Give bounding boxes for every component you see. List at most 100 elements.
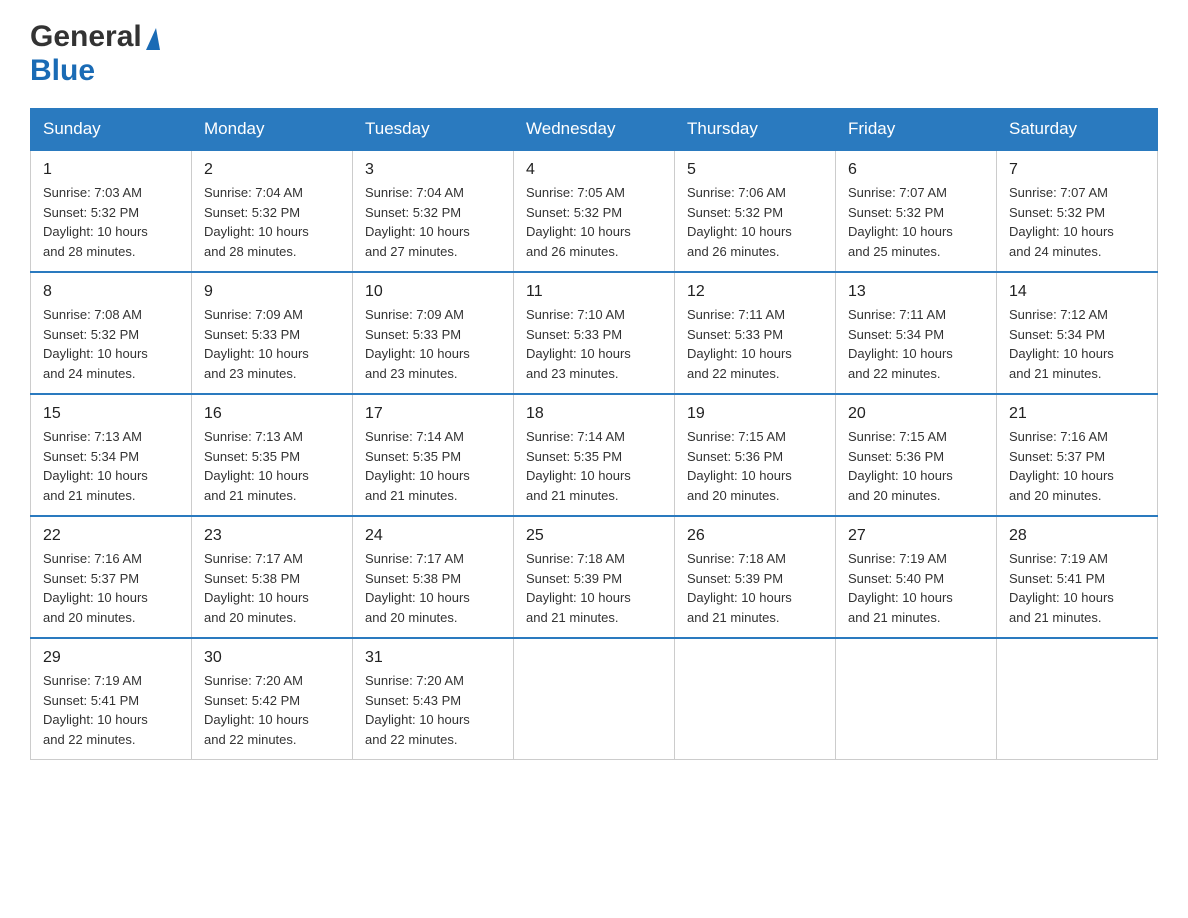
day-info: Sunrise: 7:15 AMSunset: 5:36 PMDaylight:… [848, 427, 984, 505]
day-info: Sunrise: 7:19 AMSunset: 5:41 PMDaylight:… [43, 671, 179, 749]
day-info: Sunrise: 7:17 AMSunset: 5:38 PMDaylight:… [365, 549, 501, 627]
day-number: 3 [365, 161, 501, 179]
day-info: Sunrise: 7:13 AMSunset: 5:35 PMDaylight:… [204, 427, 340, 505]
day-info: Sunrise: 7:09 AMSunset: 5:33 PMDaylight:… [365, 305, 501, 383]
day-number: 2 [204, 161, 340, 179]
day-number: 17 [365, 405, 501, 423]
day-number: 23 [204, 527, 340, 545]
calendar-header-row: SundayMondayTuesdayWednesdayThursdayFrid… [31, 109, 1158, 151]
day-info: Sunrise: 7:19 AMSunset: 5:41 PMDaylight:… [1009, 549, 1145, 627]
day-cell-16: 16 Sunrise: 7:13 AMSunset: 5:35 PMDaylig… [192, 394, 353, 516]
day-cell-2: 2 Sunrise: 7:04 AMSunset: 5:32 PMDayligh… [192, 150, 353, 272]
day-info: Sunrise: 7:18 AMSunset: 5:39 PMDaylight:… [687, 549, 823, 627]
header-friday: Friday [836, 109, 997, 151]
day-info: Sunrise: 7:06 AMSunset: 5:32 PMDaylight:… [687, 183, 823, 261]
day-number: 27 [848, 527, 984, 545]
day-cell-25: 25 Sunrise: 7:18 AMSunset: 5:39 PMDaylig… [514, 516, 675, 638]
day-number: 7 [1009, 161, 1145, 179]
day-cell-21: 21 Sunrise: 7:16 AMSunset: 5:37 PMDaylig… [997, 394, 1158, 516]
day-number: 24 [365, 527, 501, 545]
day-cell-18: 18 Sunrise: 7:14 AMSunset: 5:35 PMDaylig… [514, 394, 675, 516]
day-info: Sunrise: 7:13 AMSunset: 5:34 PMDaylight:… [43, 427, 179, 505]
day-number: 10 [365, 283, 501, 301]
header-sunday: Sunday [31, 109, 192, 151]
day-info: Sunrise: 7:11 AMSunset: 5:34 PMDaylight:… [848, 305, 984, 383]
day-cell-6: 6 Sunrise: 7:07 AMSunset: 5:32 PMDayligh… [836, 150, 997, 272]
logo: General Blue [30, 20, 160, 88]
day-info: Sunrise: 7:09 AMSunset: 5:33 PMDaylight:… [204, 305, 340, 383]
day-number: 5 [687, 161, 823, 179]
day-info: Sunrise: 7:11 AMSunset: 5:33 PMDaylight:… [687, 305, 823, 383]
day-cell-13: 13 Sunrise: 7:11 AMSunset: 5:34 PMDaylig… [836, 272, 997, 394]
empty-cell [836, 638, 997, 760]
header-monday: Monday [192, 109, 353, 151]
day-number: 1 [43, 161, 179, 179]
day-number: 6 [848, 161, 984, 179]
day-cell-1: 1 Sunrise: 7:03 AMSunset: 5:32 PMDayligh… [31, 150, 192, 272]
day-number: 19 [687, 405, 823, 423]
day-number: 18 [526, 405, 662, 423]
day-cell-11: 11 Sunrise: 7:10 AMSunset: 5:33 PMDaylig… [514, 272, 675, 394]
day-number: 9 [204, 283, 340, 301]
day-cell-30: 30 Sunrise: 7:20 AMSunset: 5:42 PMDaylig… [192, 638, 353, 760]
day-info: Sunrise: 7:10 AMSunset: 5:33 PMDaylight:… [526, 305, 662, 383]
day-number: 13 [848, 283, 984, 301]
day-info: Sunrise: 7:17 AMSunset: 5:38 PMDaylight:… [204, 549, 340, 627]
day-cell-4: 4 Sunrise: 7:05 AMSunset: 5:32 PMDayligh… [514, 150, 675, 272]
week-row-1: 1 Sunrise: 7:03 AMSunset: 5:32 PMDayligh… [31, 150, 1158, 272]
day-number: 31 [365, 649, 501, 667]
header-wednesday: Wednesday [514, 109, 675, 151]
day-cell-3: 3 Sunrise: 7:04 AMSunset: 5:32 PMDayligh… [353, 150, 514, 272]
day-info: Sunrise: 7:04 AMSunset: 5:32 PMDaylight:… [365, 183, 501, 261]
day-cell-24: 24 Sunrise: 7:17 AMSunset: 5:38 PMDaylig… [353, 516, 514, 638]
day-info: Sunrise: 7:03 AMSunset: 5:32 PMDaylight:… [43, 183, 179, 261]
day-number: 16 [204, 405, 340, 423]
day-cell-20: 20 Sunrise: 7:15 AMSunset: 5:36 PMDaylig… [836, 394, 997, 516]
day-cell-10: 10 Sunrise: 7:09 AMSunset: 5:33 PMDaylig… [353, 272, 514, 394]
week-row-5: 29 Sunrise: 7:19 AMSunset: 5:41 PMDaylig… [31, 638, 1158, 760]
day-info: Sunrise: 7:14 AMSunset: 5:35 PMDaylight:… [365, 427, 501, 505]
day-number: 15 [43, 405, 179, 423]
day-info: Sunrise: 7:16 AMSunset: 5:37 PMDaylight:… [43, 549, 179, 627]
header-saturday: Saturday [997, 109, 1158, 151]
empty-cell [675, 638, 836, 760]
day-number: 20 [848, 405, 984, 423]
day-cell-22: 22 Sunrise: 7:16 AMSunset: 5:37 PMDaylig… [31, 516, 192, 638]
day-cell-17: 17 Sunrise: 7:14 AMSunset: 5:35 PMDaylig… [353, 394, 514, 516]
day-number: 26 [687, 527, 823, 545]
day-number: 12 [687, 283, 823, 301]
day-info: Sunrise: 7:07 AMSunset: 5:32 PMDaylight:… [848, 183, 984, 261]
day-cell-9: 9 Sunrise: 7:09 AMSunset: 5:33 PMDayligh… [192, 272, 353, 394]
day-info: Sunrise: 7:12 AMSunset: 5:34 PMDaylight:… [1009, 305, 1145, 383]
day-number: 22 [43, 527, 179, 545]
day-number: 8 [43, 283, 179, 301]
week-row-4: 22 Sunrise: 7:16 AMSunset: 5:37 PMDaylig… [31, 516, 1158, 638]
day-number: 28 [1009, 527, 1145, 545]
week-row-2: 8 Sunrise: 7:08 AMSunset: 5:32 PMDayligh… [31, 272, 1158, 394]
day-cell-14: 14 Sunrise: 7:12 AMSunset: 5:34 PMDaylig… [997, 272, 1158, 394]
day-cell-29: 29 Sunrise: 7:19 AMSunset: 5:41 PMDaylig… [31, 638, 192, 760]
day-cell-8: 8 Sunrise: 7:08 AMSunset: 5:32 PMDayligh… [31, 272, 192, 394]
week-row-3: 15 Sunrise: 7:13 AMSunset: 5:34 PMDaylig… [31, 394, 1158, 516]
day-cell-23: 23 Sunrise: 7:17 AMSunset: 5:38 PMDaylig… [192, 516, 353, 638]
day-info: Sunrise: 7:08 AMSunset: 5:32 PMDaylight:… [43, 305, 179, 383]
day-cell-7: 7 Sunrise: 7:07 AMSunset: 5:32 PMDayligh… [997, 150, 1158, 272]
day-number: 11 [526, 283, 662, 301]
day-cell-28: 28 Sunrise: 7:19 AMSunset: 5:41 PMDaylig… [997, 516, 1158, 638]
day-cell-15: 15 Sunrise: 7:13 AMSunset: 5:34 PMDaylig… [31, 394, 192, 516]
empty-cell [997, 638, 1158, 760]
page-header: General Blue [30, 20, 1158, 88]
day-cell-19: 19 Sunrise: 7:15 AMSunset: 5:36 PMDaylig… [675, 394, 836, 516]
day-info: Sunrise: 7:18 AMSunset: 5:39 PMDaylight:… [526, 549, 662, 627]
logo-triangle-icon [146, 28, 160, 50]
day-cell-31: 31 Sunrise: 7:20 AMSunset: 5:43 PMDaylig… [353, 638, 514, 760]
header-tuesday: Tuesday [353, 109, 514, 151]
day-number: 25 [526, 527, 662, 545]
day-number: 30 [204, 649, 340, 667]
day-info: Sunrise: 7:07 AMSunset: 5:32 PMDaylight:… [1009, 183, 1145, 261]
day-number: 21 [1009, 405, 1145, 423]
day-number: 29 [43, 649, 179, 667]
logo-blue-text: Blue [30, 54, 95, 87]
logo-general-text: General [30, 20, 142, 54]
day-number: 14 [1009, 283, 1145, 301]
